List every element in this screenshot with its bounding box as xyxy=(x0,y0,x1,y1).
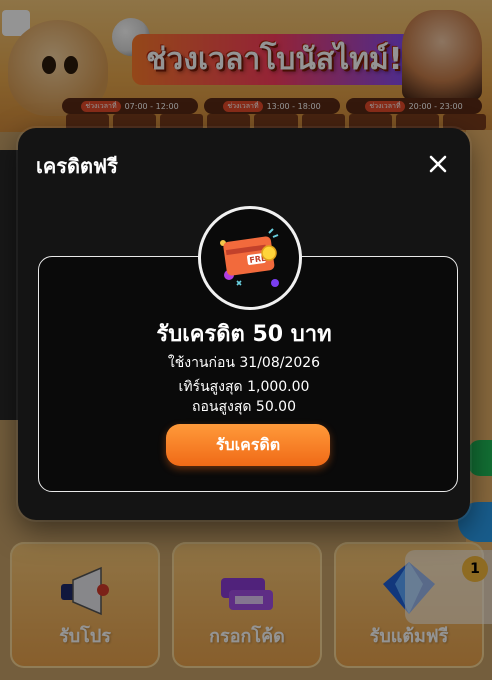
expiry-date-text: ใช้งานก่อน 31/08/2026 xyxy=(167,355,321,371)
claim-credit-button[interactable]: รับเครดิต xyxy=(166,424,330,466)
free-credit-card-icon: FREE xyxy=(220,228,279,287)
free-credit-badge: FREE xyxy=(198,206,302,310)
close-icon xyxy=(429,155,447,173)
max-withdraw-text: ถอนสูงสุด 50.00 xyxy=(191,399,296,415)
max-turnover-text: เทิร์นสูงสุด 1,000.00 xyxy=(178,379,310,395)
credit-amount-title: รับเครดิต 50 บาท xyxy=(156,322,332,347)
free-credit-modal: เครดิตฟรี FREE รับเครดิต 50 บาท ใช้งานก่… xyxy=(18,128,470,520)
close-button[interactable] xyxy=(424,150,452,178)
modal-title: เครดิตฟรี xyxy=(36,154,118,178)
